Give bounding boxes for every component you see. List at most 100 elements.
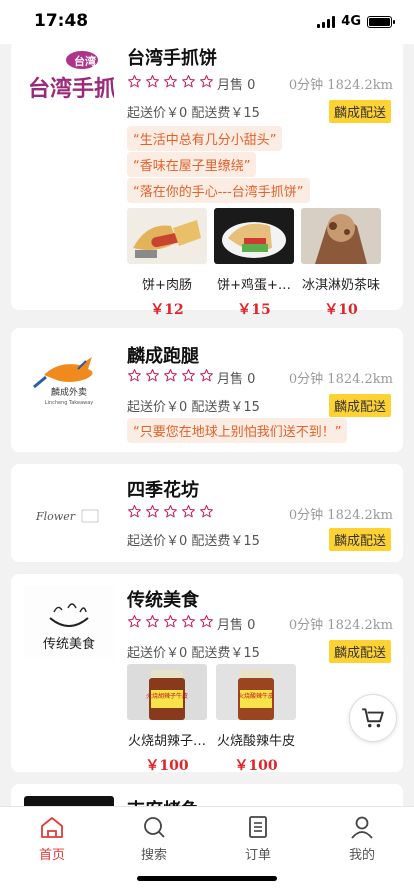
shop-logo: 麟成外卖 Lincheng Takeaway xyxy=(24,342,114,416)
fee-info: 起送价￥0 配送费￥15 xyxy=(127,646,260,661)
rating-stars xyxy=(127,614,214,633)
shop-name: 麟成跑腿 xyxy=(127,346,199,367)
star-icon xyxy=(181,614,196,633)
star-icon xyxy=(127,504,142,523)
star-icon xyxy=(163,504,178,523)
star-icon xyxy=(163,614,178,633)
logo-text: 麟成外卖 xyxy=(51,386,87,398)
shop-name: 台湾手抓饼 xyxy=(127,48,217,69)
delivery-time-distance: 0分钟 1824.2km xyxy=(288,508,393,523)
product-price: ￥15 xyxy=(237,302,271,318)
star-icon xyxy=(199,368,214,387)
star-icon xyxy=(199,74,214,93)
product-item[interactable]: 火烧胡辣子牛皮 火烧胡辣子… ￥100 xyxy=(127,664,207,775)
slogan-tag: “只要您在地球上别怕我们送不到！” xyxy=(127,418,348,443)
fee-info: 起送价￥0 配送费￥15 xyxy=(127,106,260,121)
delivery-time-distance: 0分钟 1824.2km xyxy=(288,78,393,93)
product-name: 冰淇淋奶茶味 xyxy=(301,278,380,293)
tab-home[interactable]: 首页 xyxy=(12,815,92,863)
delivery-badge: 麟成配送 xyxy=(328,528,391,551)
star-icon xyxy=(181,368,196,387)
home-indicator xyxy=(137,876,277,881)
shop-card-flower[interactable]: Flower 四季花坊 0分钟 1824.2km 起送价￥0 配送费￥15 麟成… xyxy=(11,464,403,562)
search-icon xyxy=(144,817,165,838)
product-price: ￥100 xyxy=(145,758,189,774)
shop-card-errand[interactable]: 麟成外卖 Lincheng Takeaway 麟成跑腿 月售 0 0分钟 182… xyxy=(11,328,403,452)
jar-label: 火烧胡辣子牛皮 xyxy=(146,692,188,700)
product-name: 饼+鸡蛋+… xyxy=(217,278,291,293)
shop-list[interactable]: 台湾 台湾手抓饼 台湾手抓饼 月售 0 0分钟 1824.2km 起送价￥0 配… xyxy=(0,44,414,806)
cart-button[interactable] xyxy=(349,694,397,742)
logo-subtext: Lincheng Takeaway xyxy=(45,400,94,406)
fee-info: 起送价￥0 配送费￥15 xyxy=(127,400,260,415)
battery-icon xyxy=(367,15,395,28)
tab-label: 首页 xyxy=(38,848,65,863)
tab-profile[interactable]: 我的 xyxy=(322,815,402,863)
status-bar: 17:48 4G xyxy=(0,0,414,44)
delivery-badge: 麟成配送 xyxy=(328,640,391,663)
shop-card-taiwan-pancake[interactable]: 台湾 台湾手抓饼 台湾手抓饼 月售 0 0分钟 1824.2km 起送价￥0 配… xyxy=(11,44,403,318)
delivery-time-distance: 0分钟 1824.2km xyxy=(288,618,393,633)
star-icon xyxy=(127,74,142,93)
status-indicators: 4G xyxy=(317,14,395,29)
shop-card-grilled-fish[interactable]: 吉府烤鱼 xyxy=(11,784,403,806)
signal-icon xyxy=(317,15,336,28)
star-icon xyxy=(181,504,196,523)
shop-name: 传统美食 xyxy=(127,590,199,611)
star-icon xyxy=(127,614,142,633)
slogan-tag: “香味在屋子里缭绕” xyxy=(127,152,257,177)
product-photo: 火烧酸辣牛皮 xyxy=(216,664,296,720)
product-photo: 火烧胡辣子牛皮 xyxy=(127,664,207,720)
product-photo xyxy=(301,208,381,264)
product-price: ￥12 xyxy=(150,302,184,318)
monthly-sales: 月售 0 xyxy=(217,618,256,633)
monthly-sales: 月售 0 xyxy=(217,78,256,93)
star-icon xyxy=(145,504,160,523)
rating-stars xyxy=(127,504,214,523)
shop-name: 四季花坊 xyxy=(127,480,199,501)
star-icon xyxy=(163,74,178,93)
logo-text: Flower xyxy=(35,510,76,523)
product-name: 火烧酸辣牛皮 xyxy=(216,734,295,749)
status-time: 17:48 xyxy=(34,11,89,31)
delivery-time-distance: 0分钟 1824.2km xyxy=(288,372,393,387)
tab-label: 订单 xyxy=(244,848,271,863)
cart-icon xyxy=(362,708,384,728)
jar-label: 火烧酸辣牛皮 xyxy=(238,692,274,700)
tab-orders[interactable]: 订单 xyxy=(218,815,298,863)
product-item[interactable]: 冰淇淋奶茶味 ￥10 xyxy=(301,208,381,319)
logo-text: 台湾手抓饼 xyxy=(28,76,114,102)
product-photo xyxy=(214,208,294,264)
product-photo xyxy=(127,208,207,264)
fee-info: 起送价￥0 配送费￥15 xyxy=(127,534,260,549)
svg-text:台湾: 台湾 xyxy=(74,54,96,68)
product-name: 饼+肉肠 xyxy=(142,278,192,293)
shop-card-traditional-food[interactable]: 传统美食 传统美食 月售 0 0分钟 1824.2km 起送价￥0 配送费￥15… xyxy=(11,574,403,775)
product-item[interactable]: 饼+鸡蛋+… ￥15 xyxy=(214,208,294,319)
slogan-tag: “落在你的手心---台湾手抓饼” xyxy=(127,178,310,203)
home-icon xyxy=(41,817,63,838)
star-icon xyxy=(127,368,142,387)
monthly-sales: 月售 0 xyxy=(217,372,256,387)
star-icon xyxy=(145,368,160,387)
product-item[interactable]: 饼+肉肠 ￥12 xyxy=(127,208,207,319)
delivery-badge: 麟成配送 xyxy=(328,394,391,417)
shop-name: 吉府烤鱼 xyxy=(127,796,199,806)
rating-stars xyxy=(127,368,214,387)
rating-stars xyxy=(127,74,214,93)
tab-label: 搜索 xyxy=(140,848,167,863)
star-icon xyxy=(199,504,214,523)
shop-logo: Flower xyxy=(24,476,114,550)
product-name: 火烧胡辣子… xyxy=(127,734,206,749)
tab-search[interactable]: 搜索 xyxy=(114,815,194,863)
shop-logo xyxy=(24,796,114,806)
star-icon xyxy=(181,74,196,93)
order-icon xyxy=(249,816,267,838)
product-item[interactable]: 火烧酸辣牛皮 火烧酸辣牛皮 ￥100 xyxy=(216,664,296,775)
network-type: 4G xyxy=(341,14,361,29)
slogan-tag: “生活中总有几分小甜头” xyxy=(127,126,283,151)
delivery-badge: 麟成配送 xyxy=(328,100,391,123)
shop-logo: 传统美食 xyxy=(24,586,114,660)
star-icon xyxy=(145,614,160,633)
star-icon xyxy=(199,614,214,633)
